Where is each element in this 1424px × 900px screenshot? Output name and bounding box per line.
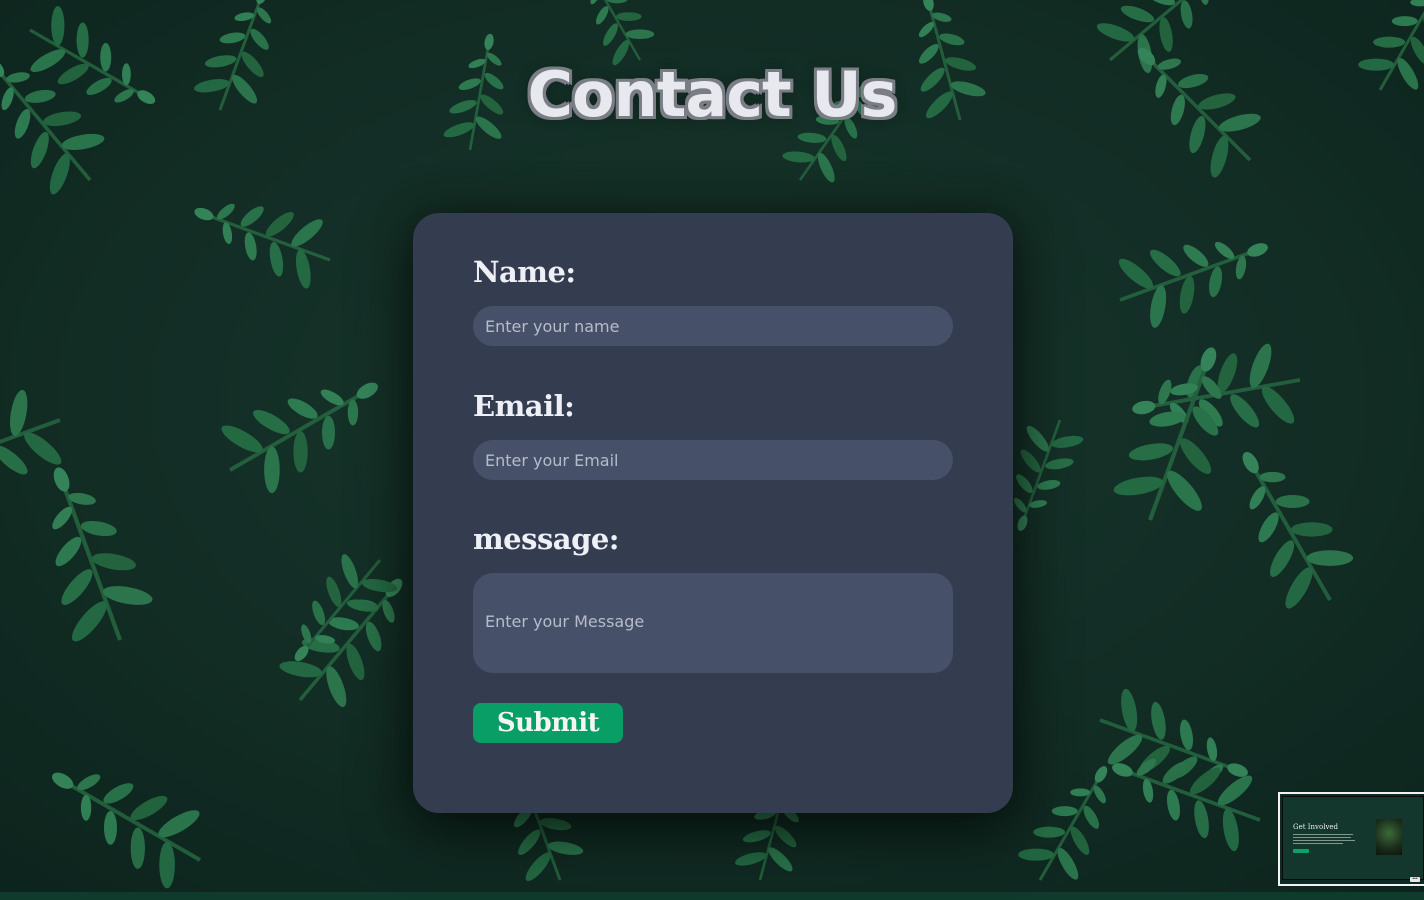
page-title: Contact Us	[527, 58, 898, 131]
bottom-strip	[0, 892, 1424, 900]
name-label: Name:	[473, 255, 576, 289]
name-input[interactable]	[473, 306, 953, 346]
preview-text-line	[1293, 834, 1353, 835]
preview-text-line	[1293, 840, 1355, 841]
preview-content: Get Involved	[1282, 796, 1424, 880]
email-label: Email:	[473, 389, 575, 423]
preview-text-line	[1293, 843, 1343, 844]
page-preview-thumbnail[interactable]: Get Involved •••	[1278, 792, 1424, 886]
email-input[interactable]	[473, 440, 953, 480]
preview-image	[1376, 819, 1402, 855]
message-input[interactable]	[473, 573, 953, 673]
message-label: message:	[473, 522, 620, 556]
more-icon[interactable]: •••	[1410, 877, 1420, 882]
contact-page: Contact Us Name: Email: message: Submit …	[0, 0, 1424, 900]
preview-text-line	[1293, 837, 1351, 838]
contact-form-card: Name: Email: message: Submit	[413, 213, 1013, 813]
submit-button[interactable]: Submit	[473, 703, 623, 743]
preview-title: Get Involved	[1293, 823, 1339, 831]
preview-button	[1293, 849, 1309, 853]
